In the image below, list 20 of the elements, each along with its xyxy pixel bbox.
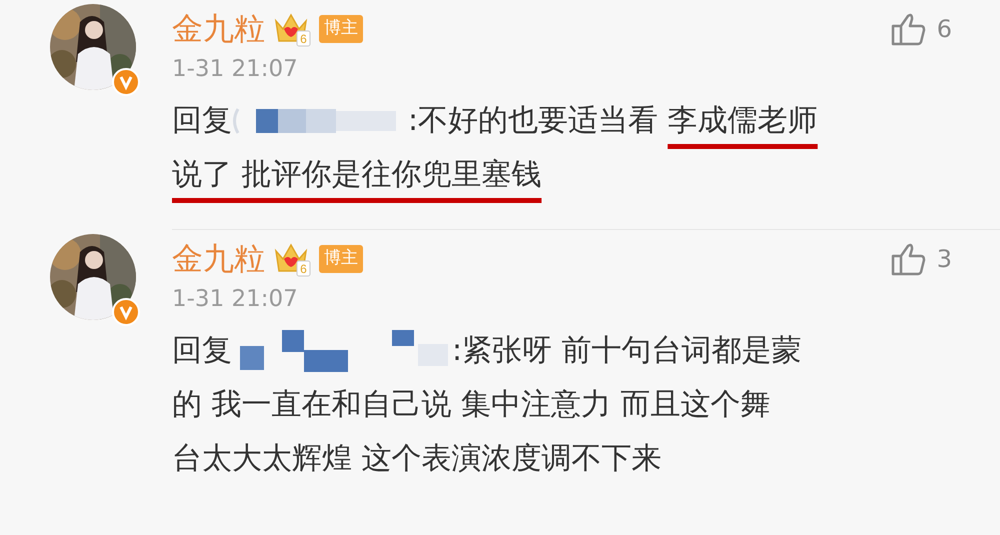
reply-label: 回复 <box>172 332 232 370</box>
reply-label: 回复 <box>172 102 232 140</box>
role-badge: 博主 <box>319 245 363 273</box>
underlined-text: 李成儒老师 <box>668 102 818 140</box>
comment-time: 1-31 21:07 <box>172 55 299 84</box>
level-badge: 6 <box>296 260 310 276</box>
like-count: 6 <box>936 14 952 45</box>
like-count: 3 <box>936 244 952 275</box>
role-badge: 博主 <box>319 15 363 43</box>
comment-text: :紧张呀 前十句台词都是蒙 <box>452 332 802 370</box>
author-name: 金九粒 <box>172 10 265 49</box>
underlined-text: 说了 批评你是往你兜里塞钱 <box>172 156 542 194</box>
comment-text: 的 我一直在和自己说 集中注意力 而且这个舞 <box>172 386 771 424</box>
thumbs-up-icon[interactable] <box>890 12 927 46</box>
thumbs-up-icon[interactable] <box>890 242 927 276</box>
author-name: 金九粒 <box>172 240 265 279</box>
comment-time: 1-31 21:07 <box>172 285 299 314</box>
comment-text: :不好的也要适当看 <box>408 102 660 140</box>
comment-text: 台太大太辉煌 这个表演浓度调不下来 <box>172 440 662 478</box>
level-badge: 6 <box>296 30 310 46</box>
